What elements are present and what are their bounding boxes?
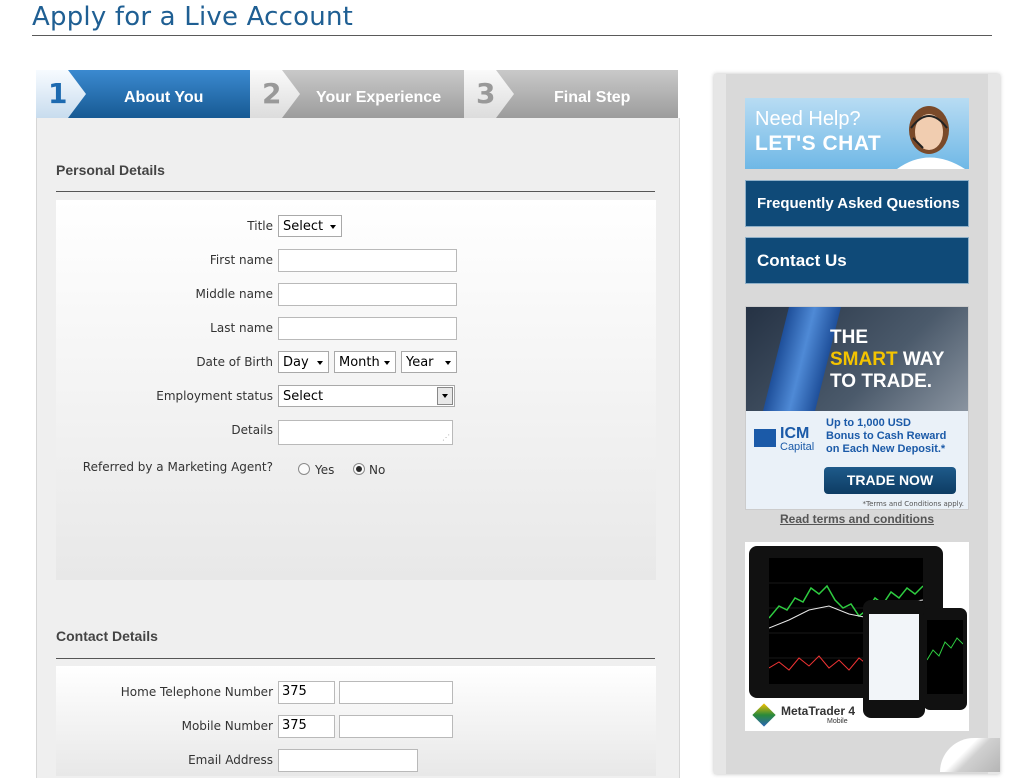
details-textarea[interactable]: ⋰	[278, 420, 453, 445]
icm-capital-logo: ICM Capital	[752, 425, 822, 453]
contact-details-heading: Contact Details	[56, 628, 158, 644]
chevron-down-icon	[384, 361, 390, 365]
dob-day-value: Day	[283, 355, 309, 370]
step-progress: 1 About You 2 Your Experience 3 Final St…	[36, 70, 678, 118]
chat-banner-line2: LET'S CHAT	[755, 132, 882, 155]
middle-name-label: Middle name	[195, 287, 273, 301]
chevron-down-icon	[442, 394, 448, 398]
dob-month-value: Month	[339, 355, 380, 370]
step-label: Final Step	[554, 89, 631, 106]
employment-status-select[interactable]: Select	[278, 385, 455, 407]
mobile-number-label: Mobile Number	[181, 719, 273, 733]
offer-line-3: on Each New Deposit.*	[826, 443, 946, 455]
metatrader-name: MetaTrader 4	[781, 704, 856, 718]
promo-headline-1: THE	[830, 327, 868, 348]
promo-offer-text: Up to 1,000 USD Bonus to Cash Reward on …	[826, 417, 946, 456]
radio-selected-dot	[356, 466, 362, 472]
dob-day-select[interactable]: Day	[278, 351, 329, 373]
referred-no-radio[interactable]	[353, 463, 365, 475]
trade-promo-banner[interactable]: THE SMART WAY TO TRADE. ICM Capital Up t…	[745, 306, 969, 510]
support-agent-icon	[897, 106, 965, 169]
contact-us-button[interactable]: Contact Us	[745, 237, 969, 284]
metatrader-banner[interactable]: MetaTrader 4 Mobile	[745, 542, 969, 731]
step-about-you[interactable]: 1 About You	[36, 70, 250, 118]
dob-year-select[interactable]: Year	[401, 351, 457, 373]
home-phone-number-input[interactable]	[339, 681, 453, 704]
dob-month-select[interactable]: Month	[334, 351, 396, 373]
step-number: 2	[262, 77, 282, 110]
phone-screen	[869, 614, 919, 700]
referred-yes-radio[interactable]	[298, 463, 310, 475]
first-name-input[interactable]	[278, 249, 457, 272]
promo-offer-area: ICM Capital Up to 1,000 USD Bonus to Cas…	[746, 411, 968, 509]
personal-details-heading: Personal Details	[56, 162, 165, 178]
title-select-value: Select	[283, 219, 324, 234]
contact-us-button-label: Contact Us	[757, 251, 847, 270]
promo-headline-smart: SMART	[830, 349, 898, 370]
metatrader-sub: Mobile	[827, 718, 848, 725]
title-label: Title	[247, 219, 273, 233]
dob-label: Date of Birth	[196, 355, 273, 369]
details-label: Details	[231, 423, 273, 437]
referred-yes-label: Yes	[315, 463, 335, 477]
trade-now-button[interactable]: TRADE NOW	[824, 467, 956, 494]
mini-chart-icon	[926, 637, 964, 661]
referred-no-label: No	[369, 463, 386, 477]
step-number: 3	[476, 77, 496, 110]
promo-headline-2: WAY	[902, 349, 945, 370]
icm-logo-icon	[754, 429, 776, 447]
title-select[interactable]: Select	[278, 215, 342, 237]
step-label: Your Experience	[316, 89, 442, 106]
middle-name-input[interactable]	[278, 283, 457, 306]
referred-by-agent-label: Referred by a Marketing Agent?	[82, 460, 273, 474]
dob-year-value: Year	[406, 355, 434, 370]
chevron-down-icon	[330, 225, 336, 229]
promo-headline-3: TO TRADE.	[830, 371, 933, 392]
section-divider	[56, 658, 655, 659]
last-name-input[interactable]	[278, 317, 457, 340]
step-number: 1	[48, 77, 68, 110]
step-final-step[interactable]: 3 Final Step	[464, 70, 678, 118]
faq-button-label: Frequently Asked Questions	[757, 195, 960, 212]
employment-status-label: Employment status	[156, 389, 273, 403]
step-label: About You	[124, 89, 204, 106]
email-address-input[interactable]	[278, 749, 418, 772]
home-phone-label: Home Telephone Number	[120, 685, 273, 699]
first-name-label: First name	[209, 253, 273, 267]
section-divider	[56, 191, 655, 192]
email-address-label: Email Address	[188, 753, 273, 767]
promo-headline: THE SMART WAY TO TRADE.	[830, 327, 944, 393]
faq-button[interactable]: Frequently Asked Questions	[745, 180, 969, 227]
chat-banner-line1: Need Help?	[755, 108, 861, 130]
phone-graphic-small	[923, 608, 967, 710]
home-phone-code-input[interactable]: 375	[278, 681, 335, 704]
employment-status-value: Select	[283, 389, 324, 404]
metatrader-logo: MetaTrader 4 Mobile	[752, 702, 873, 728]
offer-line-2: Bonus to Cash Reward	[826, 430, 947, 442]
page-title: Apply for a Live Account	[32, 2, 354, 32]
offer-line-1: Up to 1,000 USD	[826, 417, 911, 429]
metatrader-gem-icon	[752, 703, 776, 727]
chevron-down-icon	[445, 361, 451, 365]
logo-capital-text: Capital	[780, 441, 815, 453]
title-divider	[32, 35, 992, 36]
phone-screen-small	[926, 620, 964, 694]
phone-graphic	[863, 600, 925, 718]
chevron-down-icon	[317, 361, 323, 365]
promo-terms-note: *Terms and Conditions apply.	[862, 500, 965, 508]
read-terms-link[interactable]: Read terms and conditions	[745, 512, 969, 526]
mobile-number-input[interactable]	[339, 715, 453, 738]
chat-banner[interactable]: Need Help? LET'S CHAT	[745, 98, 969, 169]
step-your-experience[interactable]: 2 Your Experience	[250, 70, 464, 118]
last-name-label: Last name	[210, 321, 273, 335]
mobile-code-input[interactable]: 375	[278, 715, 335, 738]
resize-grip-icon[interactable]: ⋰	[442, 434, 450, 442]
dropdown-button[interactable]	[437, 387, 453, 405]
